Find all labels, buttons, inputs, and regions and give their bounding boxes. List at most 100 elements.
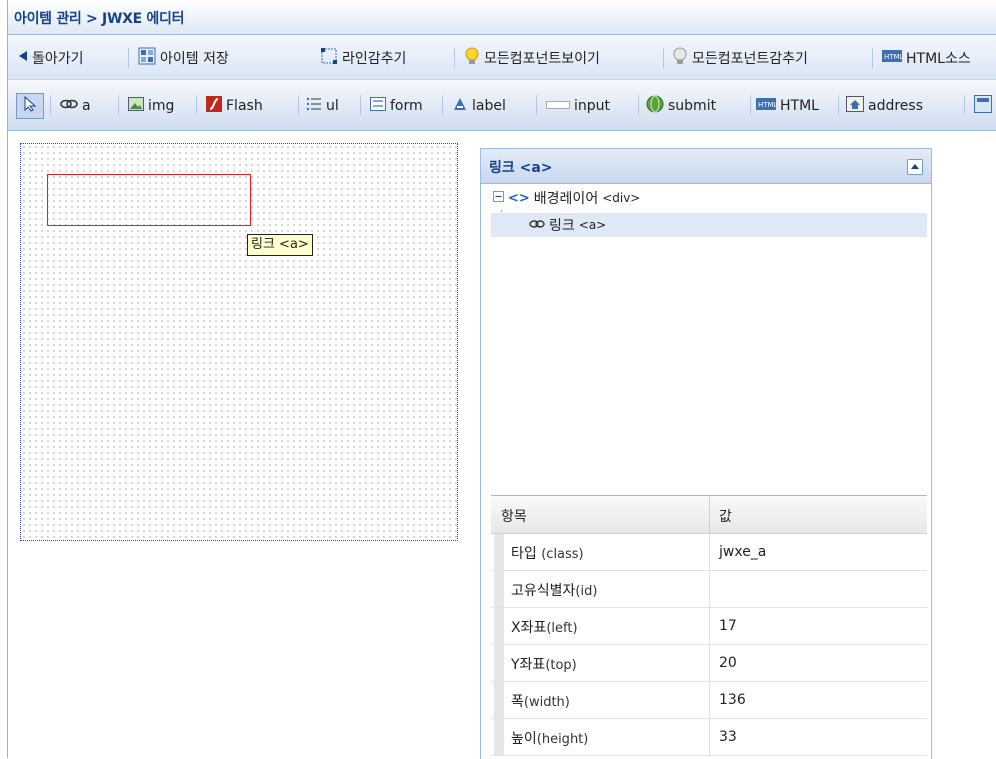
add-flash-button[interactable]: Flash — [206, 95, 263, 117]
lines-icon — [320, 47, 338, 69]
property-value[interactable]: jwxe_a — [719, 544, 766, 560]
toolbar-separator — [638, 95, 639, 115]
row-marker — [494, 534, 504, 570]
flash-label: Flash — [226, 98, 263, 114]
svg-text:HTML: HTML — [884, 53, 902, 61]
list-icon — [306, 97, 322, 115]
column-header-value: 값 — [719, 509, 732, 525]
pointer-tool-button[interactable] — [16, 93, 44, 119]
img-label: img — [148, 98, 175, 114]
html-icon: HTML — [882, 49, 904, 67]
input-label: input — [574, 98, 611, 114]
component-tree: <> 배경레이어 <div> 링크 <a> — [491, 184, 927, 484]
tree-node-link[interactable]: 링크 <a> — [491, 213, 927, 237]
property-value[interactable]: 17 — [719, 618, 737, 634]
column-divider — [709, 719, 710, 755]
property-row-top[interactable]: Y좌표(top) 20 — [491, 645, 927, 682]
html-icon: HTML — [756, 97, 778, 115]
hide-all-components-button[interactable]: 모든컴포넌트감추기 — [672, 47, 808, 69]
back-button[interactable]: 돌아가기 — [18, 47, 84, 69]
link-chain-icon — [60, 98, 78, 114]
page-title: 아이템 관리 > JWXE 에디터 — [14, 11, 185, 27]
property-value[interactable]: 136 — [719, 692, 746, 708]
toolbar-separator — [872, 48, 873, 68]
save-item-button[interactable]: 아이템 저장 — [138, 47, 229, 69]
globe-icon — [646, 95, 664, 117]
image-icon — [128, 97, 144, 115]
collapse-up-icon[interactable] — [907, 159, 923, 175]
code-brackets-icon: <> — [508, 190, 530, 206]
add-a-button[interactable]: a — [60, 95, 91, 117]
property-key: 타입 (class) — [511, 546, 584, 562]
property-row-id[interactable]: 고유식별자(id) — [491, 571, 927, 608]
add-form-button[interactable]: form — [370, 95, 423, 117]
label-label: label — [472, 98, 506, 114]
ul-label: ul — [326, 98, 339, 114]
add-label-button[interactable]: label — [452, 95, 506, 117]
address-label: address — [868, 98, 924, 114]
toolbar-separator — [118, 95, 119, 115]
lightbulb-off-icon — [672, 47, 688, 69]
component-toolbar: a img Flash ul form label input submit H… — [8, 80, 996, 131]
add-img-button[interactable]: img — [128, 95, 174, 117]
toolbar-separator — [663, 48, 664, 68]
toolbar-separator — [838, 95, 839, 115]
add-html-button[interactable]: HTML HTML — [756, 95, 819, 117]
column-header-item: 항목 — [501, 509, 527, 525]
tree-child-tag: <a> — [578, 218, 607, 232]
row-marker — [494, 608, 504, 644]
add-address-button[interactable]: address — [846, 95, 923, 117]
add-ul-button[interactable]: ul — [306, 95, 339, 117]
form-label: form — [390, 98, 423, 114]
property-row-height[interactable]: 높이(height) 33 — [491, 719, 927, 756]
toolbar-separator — [536, 95, 537, 115]
tree-root-tag: <div> — [602, 191, 641, 205]
property-key: 고유식별자(id) — [511, 583, 598, 599]
show-all-components-button[interactable]: 모든컴포넌트보이기 — [464, 47, 600, 69]
svg-text:HTML: HTML — [758, 101, 776, 109]
label-icon — [452, 96, 468, 116]
collapse-minus-icon[interactable] — [493, 190, 504, 206]
component-icon — [974, 95, 992, 117]
column-divider — [709, 571, 710, 607]
pointer-icon — [23, 95, 37, 116]
main-toolbar: 돌아가기 아이템 저장 라인감추기 모든컴포넌트보이기 모든컴포넌트감추기 HT… — [8, 35, 996, 80]
panel-title: 링크 <a> — [489, 160, 553, 176]
property-key: 폭(width) — [511, 694, 570, 710]
property-row-class[interactable]: 타입 (class) jwxe_a — [491, 534, 927, 571]
column-divider — [709, 645, 710, 681]
toolbar-separator — [298, 95, 299, 115]
property-value[interactable]: 20 — [719, 655, 737, 671]
toolbar-separator — [964, 95, 965, 115]
row-marker — [494, 682, 504, 718]
add-submit-button[interactable]: submit — [646, 95, 716, 117]
add-input-button[interactable]: input — [546, 95, 610, 117]
property-value[interactable]: 33 — [719, 729, 737, 745]
link-chain-icon — [529, 217, 545, 233]
property-row-left[interactable]: X좌표(left) 17 — [491, 608, 927, 645]
title-bar: 아이템 관리 > JWXE 에디터 — [8, 0, 996, 35]
property-key: X좌표(left) — [511, 620, 578, 636]
design-canvas[interactable]: 링크 <a> — [20, 143, 458, 541]
textbox-icon — [546, 98, 570, 114]
save-label: 아이템 저장 — [160, 51, 229, 67]
back-label: 돌아가기 — [32, 51, 84, 67]
property-row-width[interactable]: 폭(width) 136 — [491, 682, 927, 719]
selected-link-component[interactable] — [47, 174, 251, 226]
toolbar-separator — [128, 48, 129, 68]
toolbar-separator — [196, 95, 197, 115]
more-component-button[interactable] — [974, 95, 996, 117]
row-marker — [494, 645, 504, 681]
show-all-label: 모든컴포넌트보이기 — [484, 51, 600, 67]
property-panel: 링크 <a> <> 배경레이어 <div> 링크 <a> 항목 값 타입 (cl… — [480, 148, 932, 759]
submit-label: submit — [668, 98, 717, 114]
component-tooltip: 링크 <a> — [247, 234, 313, 256]
a-label: a — [82, 98, 91, 114]
html-source-button[interactable]: HTML HTML소스 — [882, 47, 971, 69]
tree-node-background-layer[interactable]: <> 배경레이어 <div> — [493, 186, 640, 210]
toolbar-separator — [750, 95, 751, 115]
hide-lines-button[interactable]: 라인감추기 — [320, 47, 406, 69]
toolbar-separator — [442, 95, 443, 115]
panel-header: 링크 <a> — [481, 149, 931, 184]
tree-root-label: 배경레이어 — [533, 191, 599, 207]
